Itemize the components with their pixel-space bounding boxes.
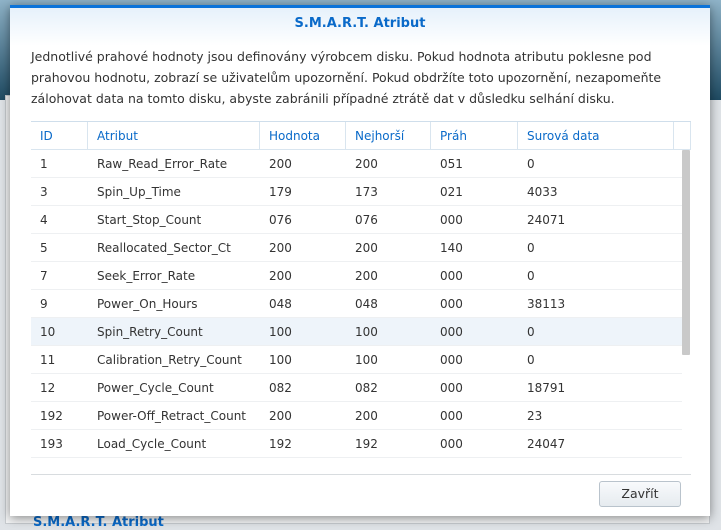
cell-worst: 100 [355,324,378,339]
cell-value: 082 [269,380,292,395]
table-row[interactable]: 4 Start_Stop_Count 076 076 000 24071 [31,206,682,234]
cell-value: 179 [269,184,292,199]
cell-threshold: 140 [440,240,463,255]
cell-attribute: Power_Cycle_Count [97,380,214,395]
cell-attribute: Seek_Error_Rate [97,268,196,283]
cell-worst: 200 [355,408,378,423]
column-header-attribute[interactable]: Atribut [88,122,260,150]
table-row[interactable]: 7 Seek_Error_Rate 200 200 000 0 [31,262,682,290]
smart-attribute-dialog: S.M.A.R.T. Atribut Jednotlivé prahové ho… [10,5,710,516]
cell-attribute: Calibration_Retry_Count [97,352,242,367]
table-row[interactable]: 192 Power-Off_Retract_Count 200 200 000 23 [31,402,682,430]
cell-threshold: 000 [440,380,463,395]
table-row[interactable]: 193 Load_Cycle_Count 192 192 000 24047 [31,430,682,458]
cell-id: 4 [40,212,48,227]
dialog-title: S.M.A.R.T. Atribut [10,8,710,46]
cell-worst: 200 [355,240,378,255]
cell-raw-data: 0 [527,324,535,339]
cell-value: 048 [269,296,292,311]
column-header-raw-data[interactable]: Surová data [518,122,674,150]
cell-raw-data: 18791 [527,380,566,395]
table-row[interactable]: 5 Reallocated_Sector_Ct 200 200 140 0 [31,234,682,262]
cell-threshold: 000 [440,212,463,227]
table-row[interactable]: 9 Power_On_Hours 048 048 000 38113 [31,290,682,318]
cell-raw-data: 24071 [527,212,566,227]
cell-threshold: 051 [440,156,463,171]
cell-worst: 100 [355,352,378,367]
cell-id: 7 [40,268,48,283]
cell-id: 193 [40,436,63,451]
cell-raw-data: 4033 [527,184,558,199]
dialog-description: Jednotlivé prahové hodnoty jsou definová… [31,49,662,106]
cell-value: 076 [269,212,292,227]
cell-attribute: Start_Stop_Count [97,212,202,227]
column-header-spacer [674,122,691,150]
cell-attribute: Spin_Retry_Count [97,324,203,339]
table-row[interactable]: 1 Raw_Read_Error_Rate 200 200 051 0 [31,150,682,178]
cell-id: 12 [40,380,56,395]
cell-threshold: 000 [440,436,463,451]
cell-id: 5 [40,240,48,255]
cell-threshold: 000 [440,352,463,367]
cell-attribute: Power-Off_Retract_Count [97,408,247,423]
column-header-worst[interactable]: Nejhorší [346,122,431,150]
cell-attribute: Reallocated_Sector_Ct [97,240,231,255]
cell-raw-data: 24047 [527,436,566,451]
cell-threshold: 000 [440,408,463,423]
table-header: ID Atribut Hodnota Nejhorší Práh Surová … [31,122,691,150]
cell-threshold: 000 [440,324,463,339]
table-row[interactable]: 3 Spin_Up_Time 179 173 021 4033 [31,178,682,206]
table-row[interactable]: 11 Calibration_Retry_Count 100 100 000 0 [31,346,682,374]
cell-value: 200 [269,240,292,255]
cell-value: 200 [269,156,292,171]
cell-worst: 173 [355,184,378,199]
background-window-title: S.M.A.R.T. Atribut [33,515,164,530]
cell-worst: 082 [355,380,378,395]
cell-attribute: Load_Cycle_Count [97,436,207,451]
cell-attribute: Spin_Up_Time [97,184,181,199]
cell-id: 11 [40,352,56,367]
column-header-id[interactable]: ID [31,122,88,150]
cell-worst: 200 [355,156,378,171]
cell-id: 192 [40,408,63,423]
cell-raw-data: 23 [527,408,543,423]
cell-raw-data: 0 [527,156,535,171]
cell-value: 100 [269,324,292,339]
column-header-value[interactable]: Hodnota [260,122,346,150]
cell-value: 100 [269,352,292,367]
cell-id: 3 [40,184,48,199]
cell-value: 192 [269,436,292,451]
cell-threshold: 000 [440,296,463,311]
cell-id: 1 [40,156,48,171]
cell-threshold: 000 [440,268,463,283]
cell-worst: 192 [355,436,378,451]
cell-value: 200 [269,408,292,423]
cell-raw-data: 0 [527,352,535,367]
cell-worst: 200 [355,268,378,283]
cell-attribute: Power_On_Hours [97,296,198,311]
cell-worst: 076 [355,212,378,227]
column-header-threshold[interactable]: Práh [431,122,518,150]
cell-value: 200 [269,268,292,283]
table-row[interactable]: 12 Power_Cycle_Count 082 082 000 18791 [31,374,682,402]
cell-raw-data: 0 [527,240,535,255]
cell-raw-data: 38113 [527,296,566,311]
smart-table: ID Atribut Hodnota Nejhorší Práh Surová … [31,121,691,475]
cell-raw-data: 0 [527,268,535,283]
cell-attribute: Raw_Read_Error_Rate [97,156,228,171]
cell-id: 10 [40,324,56,339]
table-row[interactable]: 10 Spin_Retry_Count 100 100 000 0 [31,318,682,346]
table-body: 1 Raw_Read_Error_Rate 200 200 051 0 3 Spin_Up_T… [31,150,691,458]
close-button[interactable]: Zavřít [599,481,681,507]
cell-worst: 048 [355,296,378,311]
cell-id: 9 [40,296,48,311]
cell-threshold: 021 [440,184,463,199]
table-scrollbar[interactable] [682,150,690,355]
